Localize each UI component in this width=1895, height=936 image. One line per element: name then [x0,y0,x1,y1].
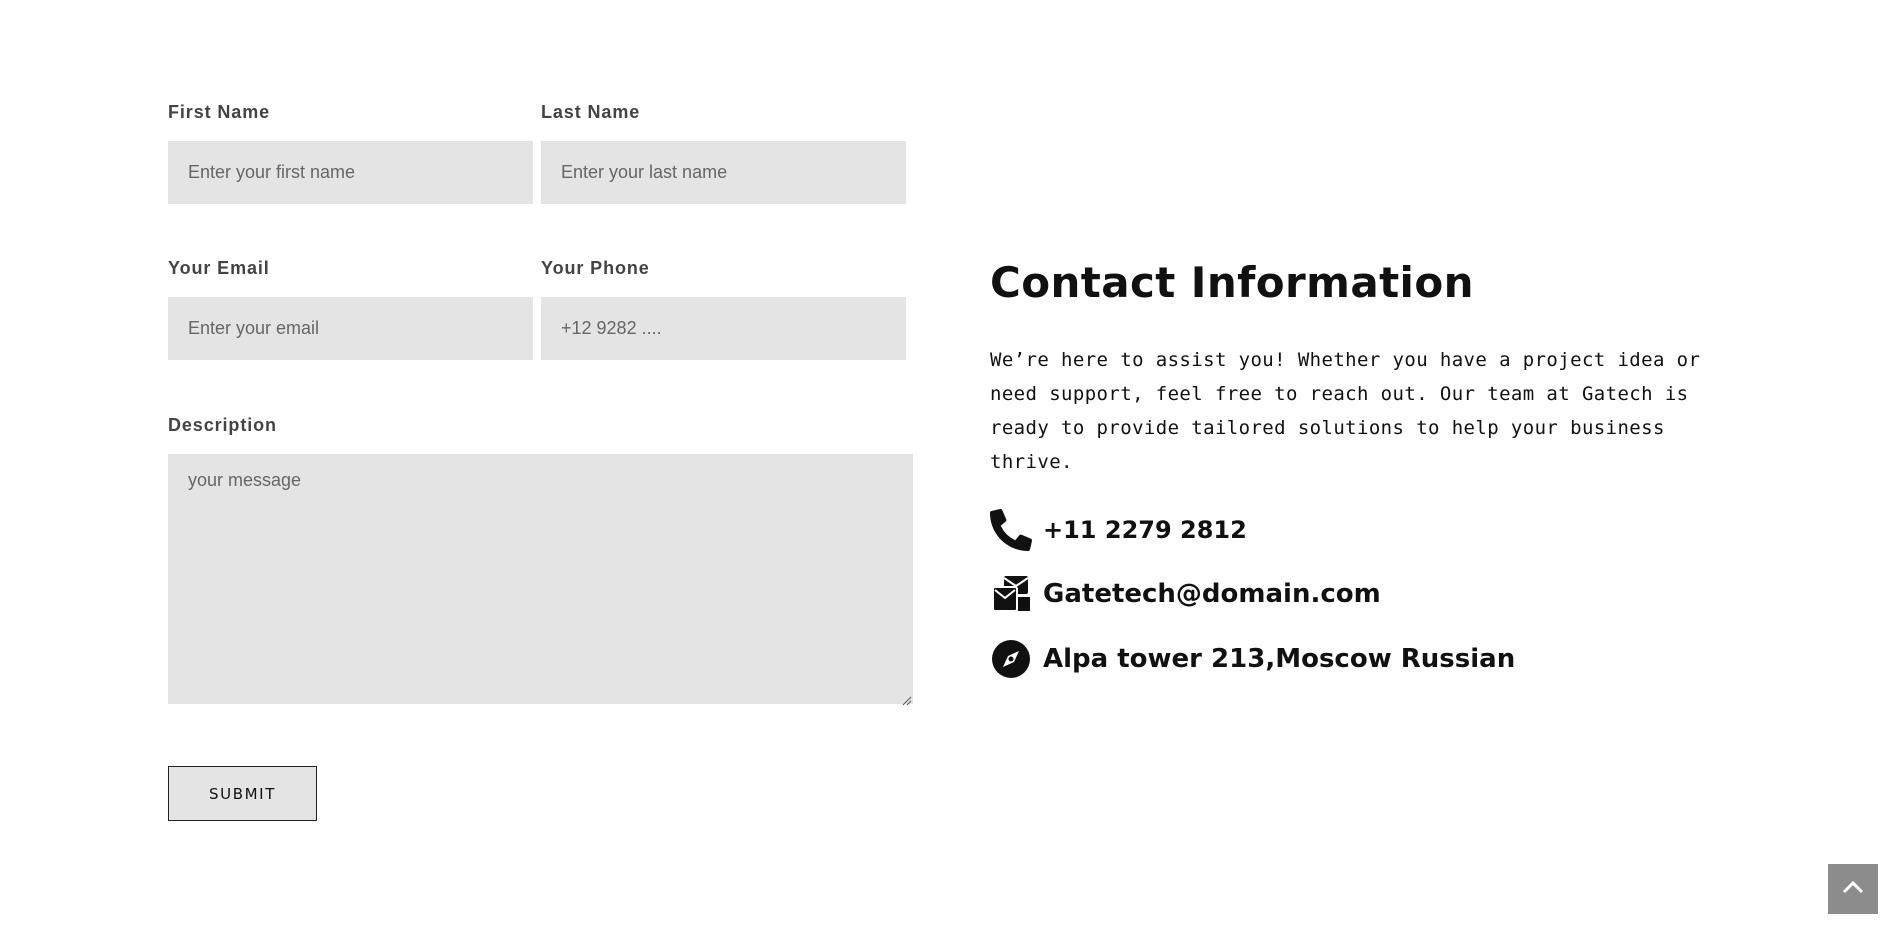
description-textarea[interactable] [168,454,913,704]
last-name-input[interactable] [541,141,906,204]
submit-button[interactable]: SUBMIT [168,766,317,821]
contact-phone-value: +11 2279 2812 [1043,516,1247,544]
contact-email-row: Gatetech@domain.com [990,569,1381,619]
phone-icon [990,506,1038,554]
email-input[interactable] [168,297,533,360]
compass-icon [990,635,1038,683]
mail-icon [990,570,1038,618]
contact-email-value: Gatetech@domain.com [1043,579,1381,609]
contact-description: We’re here to assist you! Whether you ha… [990,349,1701,473]
first-name-input[interactable] [168,141,533,204]
description-label: Description [168,415,277,435]
first-name-label: First Name [168,102,271,122]
phone-input[interactable] [541,297,906,360]
chevron-up-icon [1842,880,1864,899]
contact-address-row: Alpa tower 213,Moscow Russian [990,634,1515,684]
resize-grip-icon[interactable] [902,693,912,706]
email-label: Your Email [168,258,270,278]
contact-phone-row: +11 2279 2812 [990,505,1247,555]
last-name-label: Last Name [541,102,641,122]
contact-address-value: Alpa tower 213,Moscow Russian [1043,644,1516,674]
contact-title: Contact Information [990,258,1474,307]
phone-label: Your Phone [541,258,650,278]
back-to-top-button[interactable] [1828,864,1878,914]
